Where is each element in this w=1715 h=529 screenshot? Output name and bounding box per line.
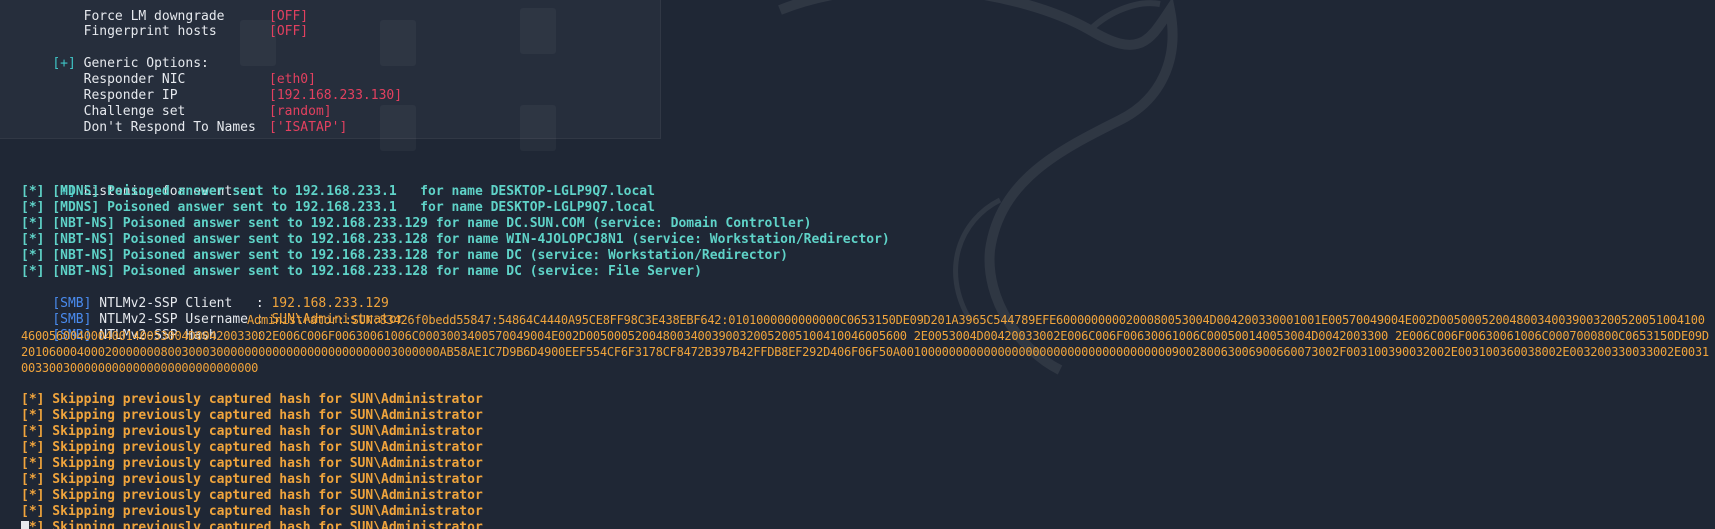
option-value: [random] bbox=[269, 104, 332, 119]
skip-line: [*] Skipping previously captured hash fo… bbox=[21, 520, 483, 529]
option-value: [OFF] bbox=[269, 9, 309, 24]
background-file-icon bbox=[520, 8, 556, 54]
terminal-cursor bbox=[21, 521, 29, 529]
ntlm-hash-value: Administrator::SUN:83426f0bedd55847:5486… bbox=[21, 313, 1709, 375]
section-header: [+] Generic Options: bbox=[21, 40, 209, 71]
terminal-window[interactable]: Force LM downgrade [OFF] Fingerprint host… bbox=[0, 0, 1715, 529]
option-value: [eth0] bbox=[269, 72, 316, 87]
background-file-icon bbox=[380, 20, 416, 66]
option-label: Fingerprint hosts bbox=[52, 24, 217, 39]
skip-line: [*] Skipping previously captured hash fo… bbox=[21, 456, 483, 471]
skip-line: [*] Skipping previously captured hash fo… bbox=[21, 408, 483, 423]
smb-line: [SMB] NTLMv2-SSP Username : SUN\Administ… bbox=[21, 296, 404, 327]
option-row: Responder IP [192.168.233.130] bbox=[21, 72, 402, 103]
event-line: [*] [NBT-NS] Poisoned answer sent to 192… bbox=[21, 216, 812, 231]
skip-line: [*] Skipping previously captured hash fo… bbox=[21, 504, 483, 519]
option-row: Responder NIC [eth0] bbox=[21, 56, 316, 87]
skip-line: [*] Skipping previously captured hash fo… bbox=[21, 424, 483, 439]
event-line: [*] [NBT-NS] Poisoned answer sent to 192… bbox=[21, 248, 789, 263]
event-line: [*] [MDNS] Poisoned answer sent to 192.1… bbox=[21, 200, 655, 215]
event-line: [*] [MDNS] Poisoned answer sent to 192.1… bbox=[21, 184, 655, 199]
option-row: Fingerprint hosts [OFF] bbox=[21, 8, 309, 39]
option-label: Don't Respond To Names bbox=[52, 120, 256, 135]
skip-line: [*] Skipping previously captured hash fo… bbox=[21, 440, 483, 455]
event-line: [*] [NBT-NS] Poisoned answer sent to 192… bbox=[21, 264, 702, 279]
skip-line: [*] Skipping previously captured hash fo… bbox=[21, 392, 483, 407]
option-row: Challenge set [random] bbox=[21, 88, 332, 119]
status-line: [+] Listening for events... bbox=[21, 168, 263, 199]
option-value: [OFF] bbox=[269, 24, 309, 39]
option-value: ['ISATAP'] bbox=[269, 120, 348, 135]
skip-line: [*] Skipping previously captured hash fo… bbox=[21, 472, 483, 487]
background-file-icon bbox=[520, 105, 556, 151]
skip-line: [*] Skipping previously captured hash fo… bbox=[21, 488, 483, 503]
smb-line: [SMB] NTLMv2-SSP Client : 192.168.233.12… bbox=[21, 280, 389, 311]
background-file-icon bbox=[380, 105, 416, 151]
option-row: Don't Respond To Names ['ISATAP'] bbox=[21, 104, 348, 135]
option-value: [192.168.233.130] bbox=[269, 88, 403, 103]
event-line: [*] [NBT-NS] Poisoned answer sent to 192… bbox=[21, 232, 890, 247]
